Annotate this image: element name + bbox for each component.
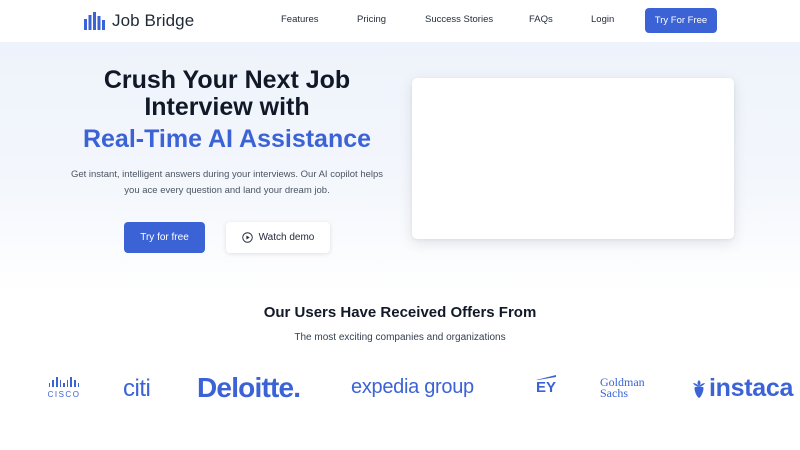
hero-title-highlight: Real-Time AI Assistance xyxy=(82,125,372,153)
try-for-free-nav-button[interactable]: Try For Free xyxy=(645,8,717,33)
cisco-bars-icon xyxy=(44,377,84,387)
nav-link-pricing[interactable]: Pricing xyxy=(357,14,386,25)
carrot-icon xyxy=(693,379,705,398)
instacart-logo: instaca xyxy=(691,374,793,403)
top-navigation: Job Bridge Features Pricing Success Stor… xyxy=(0,0,800,42)
demo-video-panel[interactable] xyxy=(412,78,734,239)
play-circle-icon xyxy=(241,232,253,243)
hero-description-line-1: Get instant, intelligent answers during … xyxy=(70,169,384,180)
hero-title-line-1: Crush Your Next Job xyxy=(103,66,351,94)
deloitte-logo: Deloitte. xyxy=(197,372,301,403)
ey-beam-icon xyxy=(536,375,556,380)
hero-title-line-2: Interview with xyxy=(144,93,310,121)
sachs-wordmark: Sachs xyxy=(600,386,628,400)
expedia-group-logo: expedia group xyxy=(351,376,474,398)
citi-logo: citi xyxy=(123,375,151,402)
cisco-wordmark: CISCO xyxy=(47,390,81,399)
watch-demo-label: Watch demo xyxy=(258,232,315,243)
offers-section-title: Our Users Have Received Offers From xyxy=(263,304,537,321)
goldman-sachs-logo: Goldman Sachs xyxy=(600,376,645,400)
brand-name: Job Bridge xyxy=(112,11,195,30)
hero-description: Get instant, intelligent answers during … xyxy=(62,167,392,199)
brand-logo[interactable]: Job Bridge xyxy=(84,9,194,33)
instacart-wordmark: instaca xyxy=(709,374,794,402)
watch-demo-button[interactable]: Watch demo xyxy=(226,222,330,253)
nav-link-success-stories[interactable]: Success Stories xyxy=(425,14,493,25)
ey-wordmark: EY xyxy=(536,379,557,396)
nav-link-login[interactable]: Login xyxy=(591,14,614,25)
ey-logo: EY xyxy=(536,375,557,396)
cisco-logo: CISCO xyxy=(44,377,84,401)
nav-link-features[interactable]: Features xyxy=(281,14,319,25)
try-for-free-button[interactable]: Try for free xyxy=(124,222,205,253)
hero-description-line-2: you ace every question and land your dre… xyxy=(124,185,330,196)
nav-link-faqs[interactable]: FAQs xyxy=(529,14,553,25)
bar-chart-icon xyxy=(84,12,105,30)
offers-section-subtitle: The most exciting companies and organiza… xyxy=(294,332,506,343)
